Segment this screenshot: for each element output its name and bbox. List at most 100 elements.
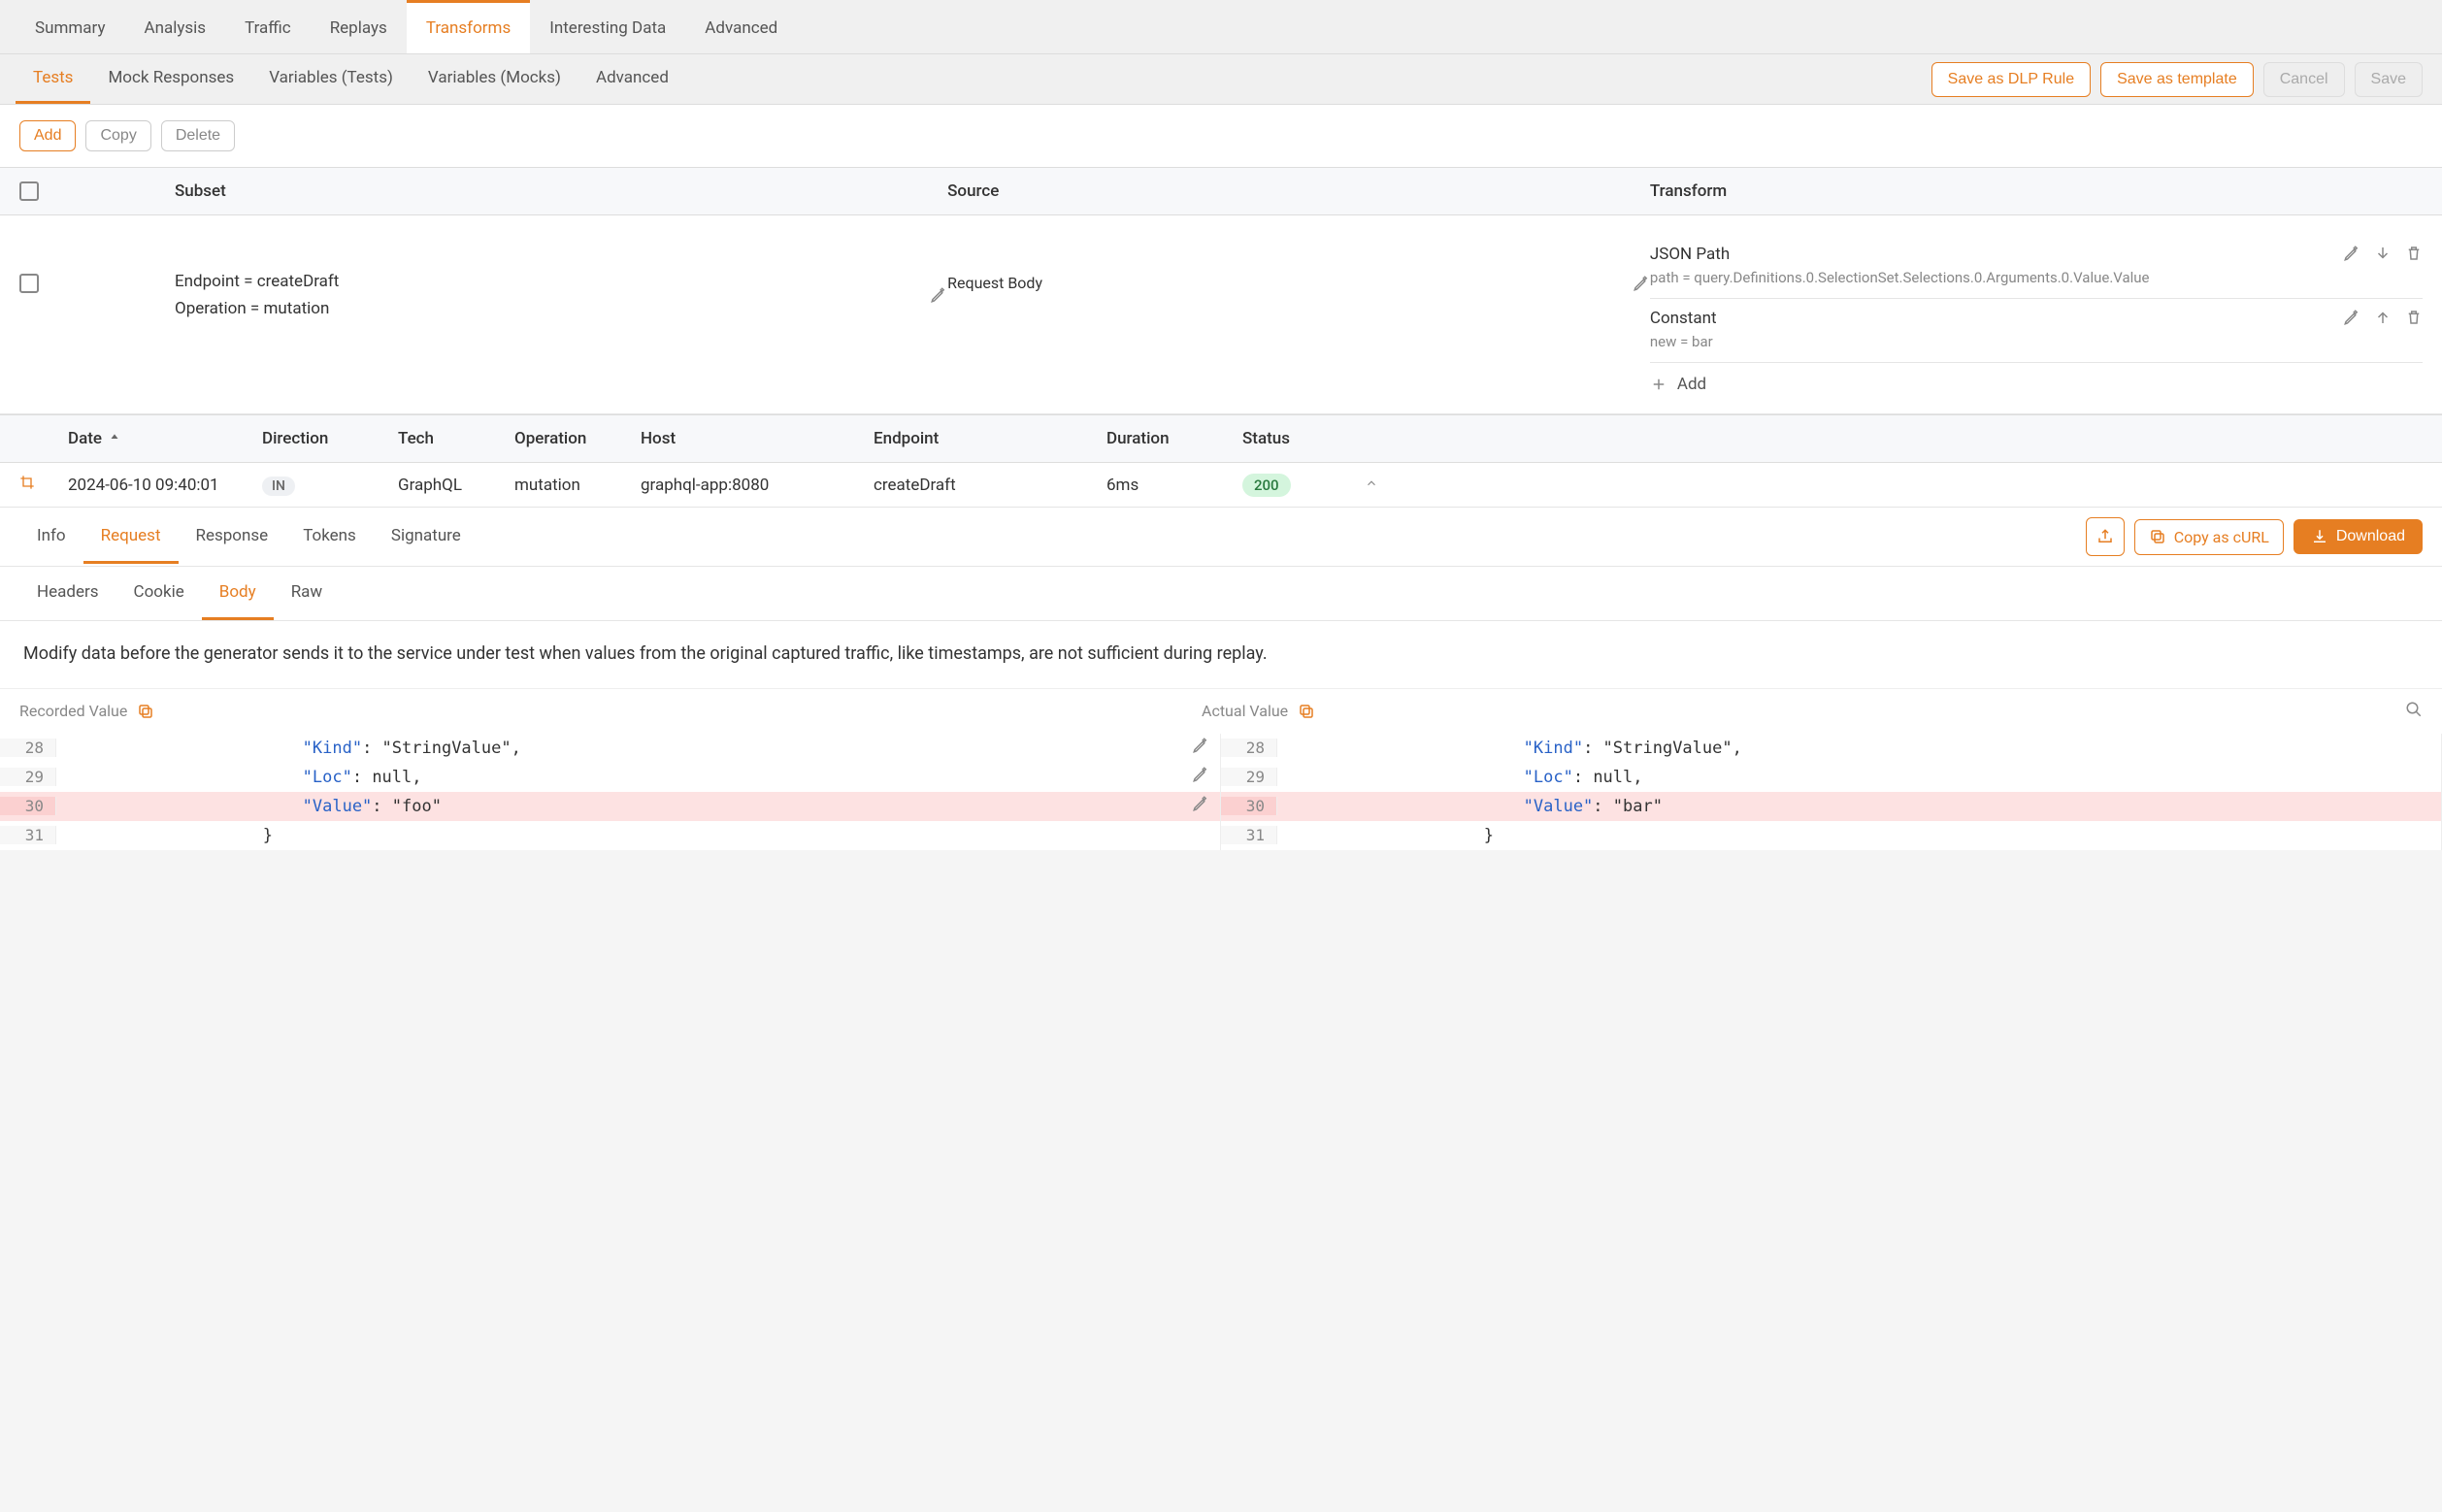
line-content: "Value": "bar" xyxy=(1277,797,2441,816)
header-duration[interactable]: Duration xyxy=(1106,429,1242,448)
line-number: 31 xyxy=(0,826,56,844)
results-header: Date Direction Tech Operation Host Endpo… xyxy=(0,414,2442,463)
cell-operation: mutation xyxy=(514,476,641,495)
add-button[interactable]: Add xyxy=(19,120,76,151)
description-text: Modify data before the generator sends i… xyxy=(0,621,2442,688)
transforms-table-row: Endpoint = createDraft Operation = mutat… xyxy=(0,215,2442,414)
tab-transforms[interactable]: Transforms xyxy=(407,0,530,53)
sort-asc-icon xyxy=(108,432,121,445)
line-content: } xyxy=(56,826,1181,845)
detail-tab-response[interactable]: Response xyxy=(179,510,286,564)
transform-subtitle: path = query.Definitions.0.SelectionSet.… xyxy=(1650,268,2326,288)
header-host[interactable]: Host xyxy=(641,429,874,448)
detail-tab-info[interactable]: Info xyxy=(19,510,83,564)
subtab-advanced[interactable]: Advanced xyxy=(578,54,686,104)
detail-tab-request[interactable]: Request xyxy=(83,510,179,564)
collapse-icon[interactable] xyxy=(1365,477,1378,490)
transform-subtitle: new = bar xyxy=(1650,332,2326,352)
edit-source-icon[interactable] xyxy=(1633,275,1650,292)
header-operation[interactable]: Operation xyxy=(514,429,641,448)
code-line: 28 "Kind": "StringValue", xyxy=(0,734,1220,763)
save-dlp-button[interactable]: Save as DLP Rule xyxy=(1931,62,2091,97)
move-down-icon[interactable] xyxy=(2374,245,2392,262)
line-content: } xyxy=(1277,826,2441,845)
subtab-tests[interactable]: Tests xyxy=(16,54,90,104)
body-tabs: HeadersCookieBodyRaw xyxy=(0,567,2442,621)
results-row[interactable]: 2024-06-10 09:40:01 IN GraphQL mutation … xyxy=(0,463,2442,508)
code-line: 29 "Loc": null, xyxy=(1221,763,2441,792)
body-tab-headers[interactable]: Headers xyxy=(19,567,116,620)
search-icon[interactable] xyxy=(2405,701,2423,718)
code-line: 28 "Kind": "StringValue", xyxy=(1221,734,2441,763)
subtab-mock-responses[interactable]: Mock Responses xyxy=(90,54,251,104)
share-icon xyxy=(2096,528,2114,545)
header-endpoint[interactable]: Endpoint xyxy=(874,429,1106,448)
line-content: "Loc": null, xyxy=(1277,768,2441,787)
cell-date: 2024-06-10 09:40:01 xyxy=(68,476,262,495)
line-number: 30 xyxy=(1221,797,1277,815)
header-date[interactable]: Date xyxy=(68,429,262,448)
copy-actual-icon[interactable] xyxy=(1298,703,1315,720)
detail-tab-signature[interactable]: Signature xyxy=(374,510,478,564)
tab-interesting-data[interactable]: Interesting Data xyxy=(530,0,685,53)
code-line: 29 "Loc": null, xyxy=(0,763,1220,792)
subtab-variables-tests-[interactable]: Variables (Tests) xyxy=(251,54,411,104)
line-number: 29 xyxy=(0,768,56,786)
tab-summary[interactable]: Summary xyxy=(16,0,124,53)
subtab-variables-mocks-[interactable]: Variables (Mocks) xyxy=(411,54,578,104)
tab-replays[interactable]: Replays xyxy=(311,0,407,53)
save-button: Save xyxy=(2355,62,2423,97)
copy-curl-button[interactable]: Copy as cURL xyxy=(2134,519,2284,555)
direction-badge: IN xyxy=(262,477,295,496)
header-tech[interactable]: Tech xyxy=(398,429,514,448)
transform-block: JSON Pathpath = query.Definitions.0.Sele… xyxy=(1650,235,2423,299)
status-badge: 200 xyxy=(1242,474,1291,497)
main-tabs: SummaryAnalysisTrafficReplaysTransformsI… xyxy=(0,0,2442,54)
download-icon xyxy=(2311,528,2328,545)
download-button[interactable]: Download xyxy=(2294,519,2423,554)
edit-transform-icon[interactable] xyxy=(2343,309,2360,326)
share-button[interactable] xyxy=(2086,517,2125,556)
edit-subset-icon[interactable] xyxy=(930,286,947,304)
code-line: 31 } xyxy=(0,821,1220,850)
add-transform-button[interactable]: Add xyxy=(1650,363,2423,394)
edit-transform-icon[interactable] xyxy=(2343,245,2360,262)
save-template-button[interactable]: Save as template xyxy=(2100,62,2254,97)
edit-line-icon[interactable] xyxy=(1192,766,1209,783)
edit-line-icon[interactable] xyxy=(1192,737,1209,754)
edit-line-icon[interactable] xyxy=(1192,795,1209,812)
body-tab-cookie[interactable]: Cookie xyxy=(116,567,202,620)
copy-recorded-icon[interactable] xyxy=(137,703,154,720)
select-all-checkbox[interactable] xyxy=(19,181,39,201)
delete-transform-icon[interactable] xyxy=(2405,309,2423,326)
line-content: "Kind": "StringValue", xyxy=(56,739,1181,758)
tab-traffic[interactable]: Traffic xyxy=(225,0,311,53)
header-transform: Transform xyxy=(1650,181,2423,201)
code-line: 30 "Value": "bar" xyxy=(1221,792,2441,821)
plus-icon xyxy=(1650,376,1667,393)
source-value: Request Body xyxy=(947,274,1613,292)
line-number: 31 xyxy=(1221,826,1277,844)
body-tab-body[interactable]: Body xyxy=(202,567,274,620)
copy-button[interactable]: Copy xyxy=(85,120,150,151)
line-content: "Kind": "StringValue", xyxy=(1277,739,2441,758)
line-number: 28 xyxy=(0,739,56,757)
tab-analysis[interactable]: Analysis xyxy=(124,0,225,53)
header-direction[interactable]: Direction xyxy=(262,429,398,448)
detail-tab-tokens[interactable]: Tokens xyxy=(285,510,374,564)
recorded-label: Recorded Value xyxy=(19,702,127,720)
right-actions: Save as DLP Rule Save as template Cancel… xyxy=(1931,62,2442,97)
delete-button[interactable]: Delete xyxy=(161,120,235,151)
header-status[interactable]: Status xyxy=(1242,429,1359,448)
crop-icon[interactable] xyxy=(19,475,35,490)
line-number: 30 xyxy=(0,797,56,815)
transform-block: Constantnew = bar xyxy=(1650,299,2423,363)
delete-transform-icon[interactable] xyxy=(2405,245,2423,262)
row-checkbox[interactable] xyxy=(19,274,39,293)
line-content: "Loc": null, xyxy=(56,768,1181,787)
code-line: 30 "Value": "foo" xyxy=(0,792,1220,821)
cancel-button: Cancel xyxy=(2263,62,2345,97)
move-up-icon[interactable] xyxy=(2374,309,2392,326)
tab-advanced[interactable]: Advanced xyxy=(685,0,797,53)
body-tab-raw[interactable]: Raw xyxy=(274,567,341,620)
